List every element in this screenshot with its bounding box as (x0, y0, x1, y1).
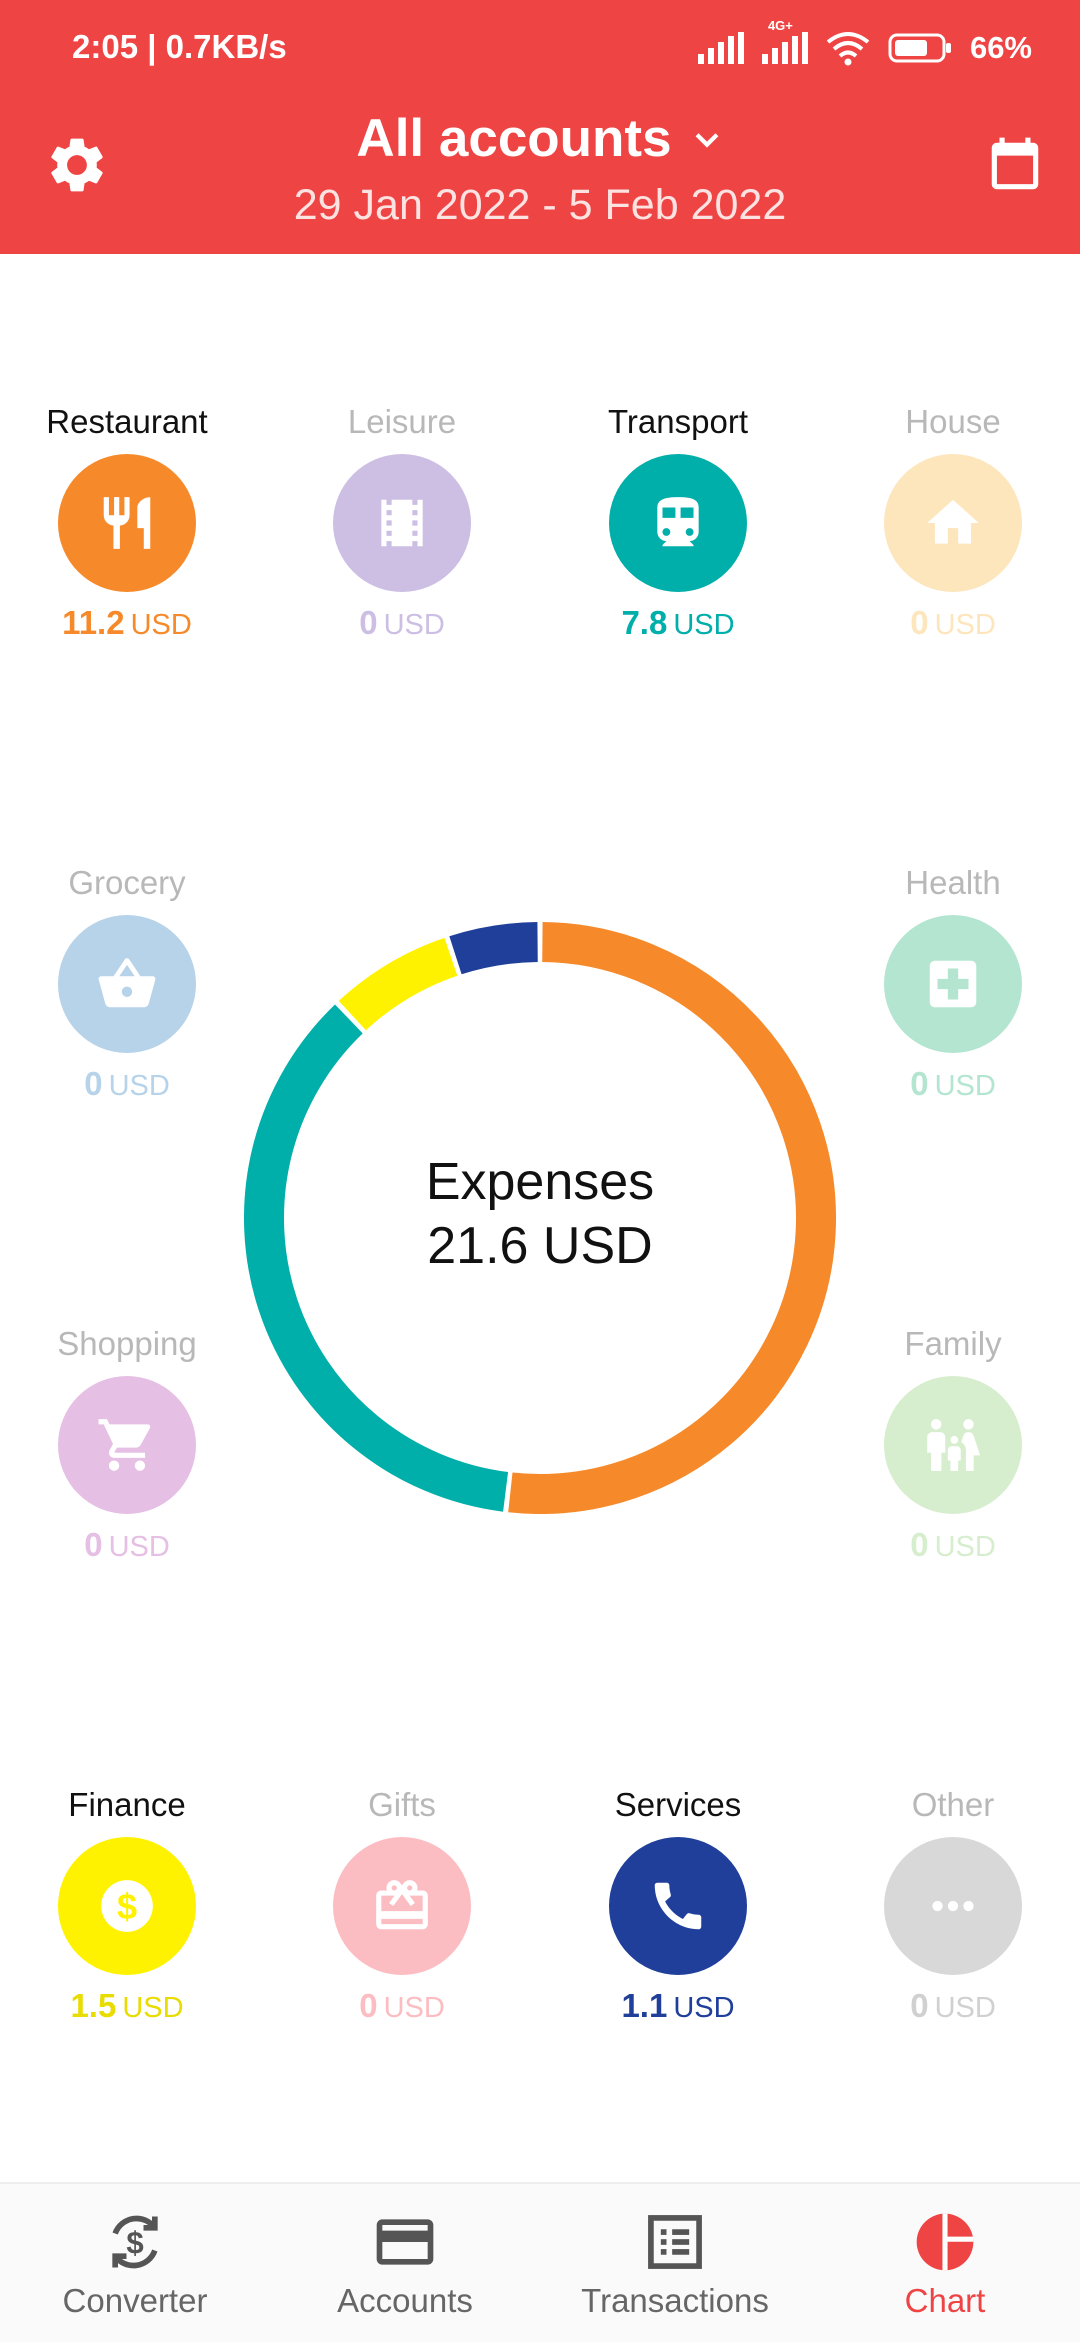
wifi-icon (826, 32, 870, 66)
category-button[interactable] (609, 454, 747, 592)
svg-text:$: $ (126, 2225, 143, 2260)
category-button[interactable] (884, 454, 1022, 592)
category-button[interactable] (884, 1837, 1022, 1975)
basket-icon (98, 958, 156, 1008)
category-amount: 1.1 USD (621, 1987, 735, 2024)
category-label: Leisure (347, 403, 457, 440)
category-amount: 0 USD (359, 604, 445, 641)
category-amount: 0 USD (910, 1526, 996, 1563)
category-services[interactable]: Services 1.1 USD (568, 1783, 788, 2025)
expense-summary: Expenses 21.6 USD (244, 1150, 836, 1278)
pie-chart-icon (916, 2213, 974, 2271)
category-transport[interactable]: Transport 7.8 USD (568, 400, 788, 642)
category-amount: 0 USD (84, 1526, 170, 1563)
dollar-icon: $ (101, 1880, 153, 1932)
ring-segment-finance (338, 937, 458, 1031)
category-amount: 0 USD (910, 1987, 996, 2024)
chevron-down-icon (695, 132, 718, 148)
cart-icon (98, 1419, 151, 1471)
category-amount: 0 USD (910, 1065, 996, 1102)
account-selector[interactable]: All accounts (356, 108, 723, 169)
battery-icon (888, 33, 951, 63)
category-label: Finance (68, 1786, 186, 1823)
signal-4g-icon: 4G+ (761, 18, 808, 64)
category-amount: 0 USD (84, 1065, 170, 1102)
category-label: Shopping (57, 1325, 197, 1362)
status-icons: 4G+ 66% (697, 18, 1032, 70)
category-gifts[interactable]: Gifts 0 USD (292, 1783, 512, 2025)
currency-exchange-icon: $ (112, 2215, 158, 2269)
list-receipt-icon (648, 2215, 702, 2269)
category-health[interactable]: Health 0 USD (843, 861, 1063, 1103)
category-other[interactable]: Other 0 USD (843, 1783, 1063, 2025)
nav-accounts-label: Accounts (337, 2282, 473, 2319)
nav-converter[interactable]: $ Converter (0, 2184, 270, 2342)
nav-accounts[interactable]: Accounts (270, 2184, 540, 2342)
category-button[interactable] (333, 454, 471, 592)
category-family[interactable]: Family 0 USD (843, 1322, 1063, 1564)
bottom-navigation: $ Converter Accounts Transactions Chart (0, 2182, 1080, 2342)
credit-card-icon (376, 2219, 434, 2265)
category-amount: 1.5 USD (70, 1987, 184, 2024)
network-type-label: 4G+ (767, 18, 793, 33)
category-button[interactable] (884, 1376, 1022, 1514)
category-shopping[interactable]: Shopping 0 USD (17, 1322, 237, 1564)
battery-percent: 66% (969, 30, 1032, 65)
category-restaurant[interactable]: Restaurant 11.2 USD (17, 400, 237, 642)
category-label: Gifts (368, 1786, 436, 1823)
header-title-block: All accounts 29 Jan 2022 - 5 Feb 2022 (0, 108, 1080, 230)
category-finance[interactable]: Finance $ 1.5 USD (17, 1783, 237, 2025)
category-label: Other (911, 1786, 995, 1823)
category-label: Health (905, 864, 1001, 901)
category-label: Restaurant (46, 403, 208, 440)
category-amount: 11.2 USD (62, 604, 192, 641)
train-icon (657, 497, 699, 547)
category-house[interactable]: House 0 USD (843, 400, 1063, 642)
category-label: Grocery (68, 864, 186, 901)
category-amount: 7.8 USD (621, 604, 735, 641)
nav-transactions[interactable]: Transactions (540, 2184, 810, 2342)
category-button[interactable]: $ (58, 1837, 196, 1975)
category-label: Services (614, 1786, 742, 1823)
category-label: House (905, 403, 1001, 440)
category-button[interactable] (58, 915, 196, 1053)
svg-text:$: $ (117, 1886, 137, 1927)
category-button[interactable] (58, 1376, 196, 1514)
app-header: 2:05 | 0.7KB/s 4G+ 66% All accounts 29 J… (0, 0, 1080, 254)
category-leisure[interactable]: Leisure 0 USD (292, 400, 512, 642)
medical-icon (929, 960, 977, 1008)
status-bar: 2:05 | 0.7KB/s 4G+ 66% (0, 0, 1080, 98)
category-grocery[interactable]: Grocery 0 USD (17, 861, 237, 1103)
date-range[interactable]: 29 Jan 2022 - 5 Feb 2022 (0, 181, 1080, 230)
film-icon (381, 499, 423, 547)
cutlery-icon (103, 497, 151, 549)
gift-icon (376, 1880, 428, 1930)
expenses-total: 21.6 USD (427, 1217, 653, 1275)
nav-chart[interactable]: Chart (810, 2184, 1080, 2342)
nav-chart-label: Chart (904, 2282, 986, 2319)
category-button[interactable] (884, 915, 1022, 1053)
more-icon (932, 1900, 974, 1912)
account-title: All accounts (356, 109, 672, 168)
family-icon (927, 1419, 981, 1471)
ring-segment-services (449, 922, 539, 975)
category-amount: 0 USD (359, 1987, 445, 2024)
category-button[interactable] (58, 454, 196, 592)
category-amount: 0 USD (910, 604, 996, 641)
nav-converter-label: Converter (62, 2282, 208, 2319)
expenses-label: Expenses (425, 1153, 655, 1211)
category-button[interactable] (333, 1837, 471, 1975)
calendar-icon[interactable] (984, 134, 1046, 198)
status-time: 2:05 | 0.7KB/s (72, 28, 287, 65)
category-label: Transport (608, 403, 748, 440)
category-label: Family (904, 1325, 1002, 1362)
category-button[interactable] (609, 1837, 747, 1975)
signal-icon (697, 32, 744, 64)
nav-transactions-label: Transactions (581, 2282, 769, 2319)
phone-icon (654, 1882, 702, 1930)
house-icon (927, 499, 979, 544)
